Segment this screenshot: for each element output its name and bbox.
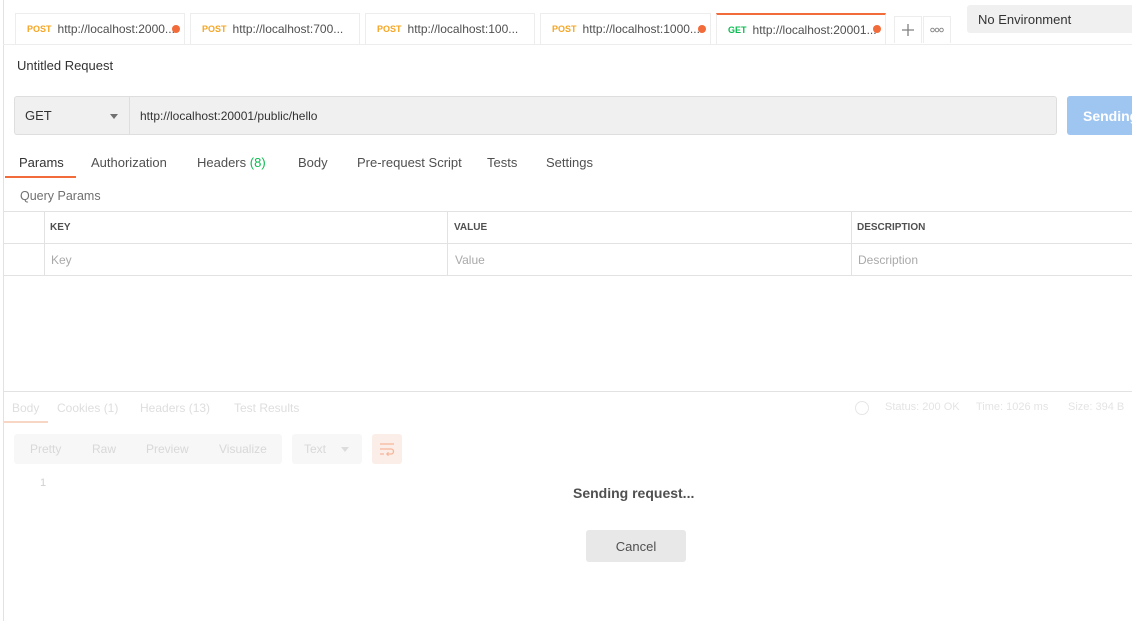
format-pretty[interactable]: Pretty — [30, 442, 61, 456]
value-input[interactable]: Value — [455, 244, 845, 275]
send-button[interactable]: Sending — [1067, 96, 1132, 135]
tab-request-5-active[interactable]: GET http://localhost:20001... — [716, 13, 886, 44]
environment-select[interactable]: No Environment — [967, 5, 1132, 33]
column-header-key: KEY — [50, 222, 71, 233]
chevron-down-icon — [341, 447, 349, 452]
tab-pre-request-script[interactable]: Pre-request Script — [357, 155, 462, 170]
key-input[interactable]: Key — [51, 244, 441, 275]
chevron-down-icon — [110, 114, 118, 119]
globe-icon — [855, 401, 869, 415]
tab-request-2[interactable]: POST http://localhost:700... — [190, 13, 360, 44]
description-input[interactable]: Description — [858, 244, 1128, 275]
cancel-button[interactable]: Cancel — [586, 530, 686, 562]
tab-url: http://localhost:700... — [232, 22, 344, 36]
column-header-value: VALUE — [454, 222, 488, 233]
tab-body[interactable]: Body — [298, 155, 328, 170]
tab-url: http://localhost:100... — [407, 22, 519, 36]
format-toggle-group: Pretty Raw Preview Visualize — [14, 434, 282, 464]
url-input[interactable]: http://localhost:20001/public/hello — [129, 96, 1057, 135]
url-value: http://localhost:20001/public/hello — [140, 108, 318, 123]
tab-tests[interactable]: Tests — [487, 155, 517, 170]
response-tab-cookies[interactable]: Cookies (1) — [57, 401, 118, 415]
left-border — [3, 0, 4, 621]
format-visualize[interactable]: Visualize — [219, 442, 267, 456]
response-status: Status: 200 OK — [885, 401, 960, 413]
tab-request-1[interactable]: POST http://localhost:2000... — [15, 13, 185, 44]
response-type-label: Text — [304, 442, 327, 456]
sending-request-message: Sending request... — [573, 485, 695, 501]
response-tab-test-results[interactable]: Test Results — [234, 401, 299, 415]
tab-authorization[interactable]: Authorization — [91, 155, 167, 170]
wrap-lines-button[interactable] — [372, 434, 402, 464]
line-number: 1 — [40, 477, 47, 489]
request-tab-bar: POST http://localhost:2000... POST http:… — [0, 0, 1132, 45]
tab-method: POST — [377, 24, 402, 34]
method-value: GET — [25, 108, 52, 123]
request-title[interactable]: Untitled Request — [17, 58, 113, 73]
unsaved-dot-icon — [698, 25, 706, 33]
query-params-table: KEY VALUE DESCRIPTION Key Value Descript… — [4, 211, 1132, 276]
tab-request-3[interactable]: POST http://localhost:100... — [365, 13, 535, 44]
tab-url: http://localhost:20001... — [752, 22, 877, 37]
environment-label: No Environment — [978, 11, 1072, 27]
response-type-select[interactable]: Text — [292, 434, 362, 464]
unsaved-dot-icon — [172, 25, 180, 33]
format-raw[interactable]: Raw — [92, 442, 116, 456]
tab-method: POST — [27, 24, 52, 34]
cancel-label: Cancel — [615, 538, 657, 554]
headers-count: (8) — [249, 155, 266, 170]
table-row: Key Value Description — [4, 243, 1132, 276]
tab-request-4[interactable]: POST http://localhost:1000... — [540, 13, 711, 44]
request-section-tabs: Params Authorization Headers (8) Body Pr… — [0, 148, 1132, 179]
tab-settings[interactable]: Settings — [546, 155, 593, 170]
response-time: Time: 1026 ms — [976, 401, 1049, 413]
tab-method: POST — [202, 24, 227, 34]
query-params-title: Query Params — [20, 189, 101, 203]
tab-options-button[interactable] — [923, 16, 951, 43]
format-preview[interactable]: Preview — [146, 442, 189, 456]
response-tab-headers[interactable]: Headers (13) — [140, 401, 210, 415]
response-size: Size: 394 B — [1068, 401, 1125, 413]
response-active-tab-indicator — [4, 421, 48, 423]
column-header-description: DESCRIPTION — [857, 222, 926, 233]
response-tabs: Body Cookies (1) Headers (13) Test Resul… — [0, 399, 1132, 423]
active-tab-indicator — [5, 176, 76, 178]
wrap-lines-icon — [380, 443, 395, 456]
method-select[interactable]: GET — [14, 96, 129, 135]
tab-headers[interactable]: Headers (8) — [197, 155, 266, 170]
response-tab-body[interactable]: Body — [12, 401, 39, 415]
tab-method: POST — [552, 24, 577, 34]
tab-url: http://localhost:1000... — [582, 22, 700, 36]
plus-icon — [902, 24, 914, 36]
tab-url: http://localhost:2000... — [57, 22, 175, 36]
new-tab-button[interactable] — [894, 16, 922, 43]
unsaved-dot-icon — [873, 25, 881, 33]
pane-divider[interactable] — [4, 391, 1132, 392]
tab-bar-divider — [3, 44, 1132, 45]
tab-method: GET — [728, 24, 747, 35]
send-label: Sending — [1083, 107, 1132, 124]
tab-params[interactable]: Params — [19, 155, 64, 170]
table-header-row: KEY VALUE DESCRIPTION — [4, 211, 1132, 243]
more-icon — [930, 27, 944, 33]
